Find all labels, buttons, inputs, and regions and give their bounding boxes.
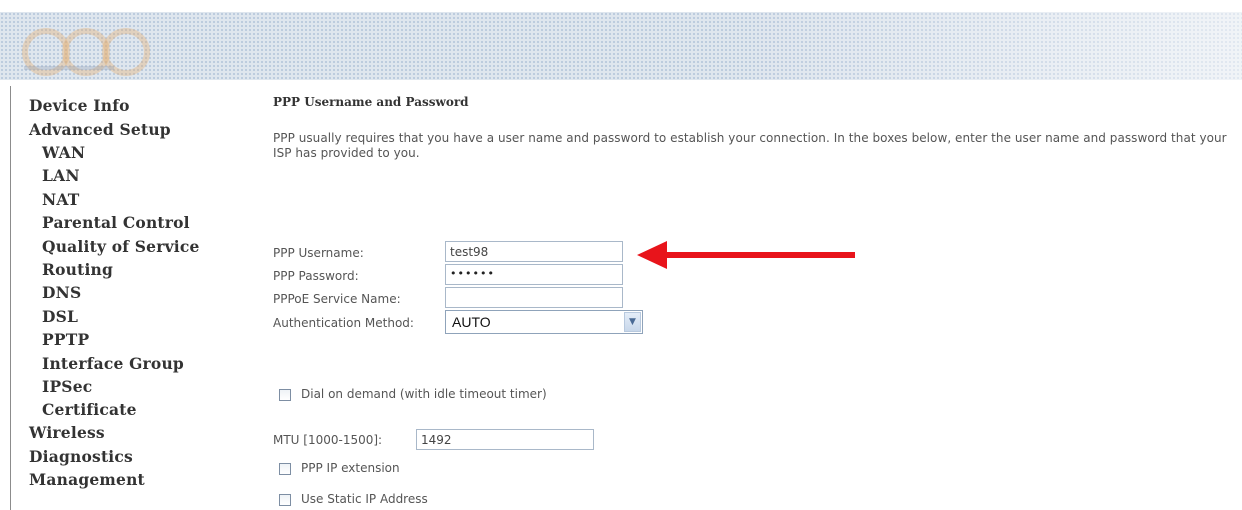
static-ip-label: Use Static IP Address (301, 492, 428, 506)
dial-on-demand-checkbox[interactable] (279, 389, 291, 401)
chevron-down-icon[interactable]: ▼ (624, 312, 641, 332)
auth-method-select[interactable]: AUTO ▼ (445, 310, 643, 334)
mtu-label: MTU [1000-1500]: (273, 433, 383, 447)
ppp-ip-extension-label: PPP IP extension (301, 461, 400, 475)
arrow-head (637, 241, 667, 269)
static-ip-checkbox[interactable] (279, 494, 291, 506)
password-label: PPP Password: (273, 269, 359, 283)
intro-text: PPP usually requires that you have a use… (273, 131, 1227, 160)
password-input[interactable]: •••••• (445, 264, 623, 285)
main-content: PPP Username and Password PPP usually re… (0, 0, 1242, 510)
auth-method-label: Authentication Method: (273, 316, 414, 330)
service-name-label: PPPoE Service Name: (273, 292, 401, 306)
service-name-input[interactable] (445, 287, 623, 308)
auth-method-value: AUTO (452, 314, 491, 330)
username-input[interactable]: test98 (445, 241, 623, 262)
page-title: PPP Username and Password (273, 95, 469, 109)
ppp-ip-extension-checkbox[interactable] (279, 463, 291, 475)
dial-on-demand-label: Dial on demand (with idle timeout timer) (301, 387, 547, 401)
red-arrow-left-icon (637, 241, 855, 269)
mtu-input[interactable]: 1492 (416, 429, 594, 450)
arrow-shaft (665, 252, 855, 258)
username-label: PPP Username: (273, 246, 364, 260)
